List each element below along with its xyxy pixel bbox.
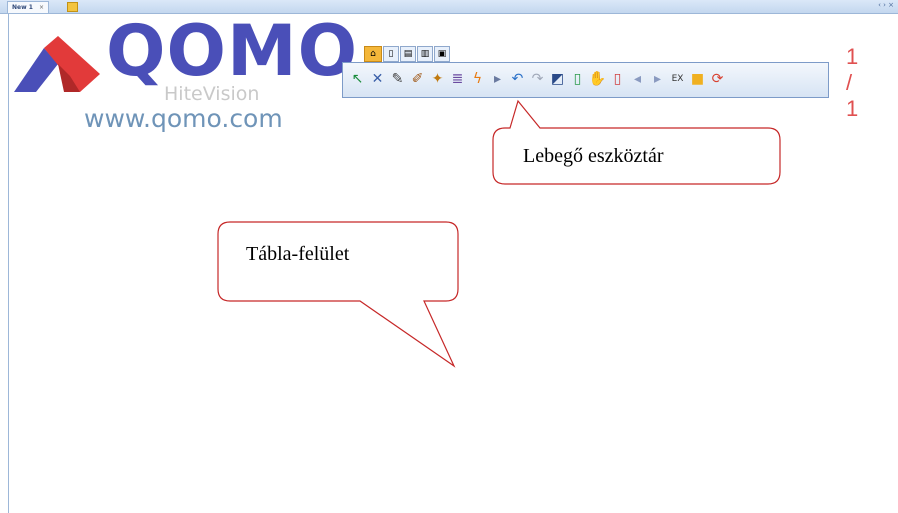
qomo-logo-mark-icon xyxy=(14,36,100,92)
toolbar-callout-text: Lebegő eszköztár xyxy=(523,145,664,167)
redo-icon[interactable]: ↷ xyxy=(529,71,546,88)
lasso-select-icon[interactable]: ✕ xyxy=(369,71,386,88)
folder-icon[interactable]: ▤ xyxy=(400,46,416,62)
toolbar-callout-bubble xyxy=(492,99,781,185)
home-icon[interactable]: ⌂ xyxy=(364,46,382,62)
media-icon[interactable]: ▣ xyxy=(434,46,450,62)
page-number: 1 / 1 xyxy=(846,44,869,121)
prev-page-icon[interactable]: ◂ xyxy=(629,71,646,88)
handwriting-icon[interactable]: ≣ xyxy=(449,71,466,88)
floating-toolbar[interactable]: ↖ ✕ ✎ ✐ ✦ ≣ ϟ ▸ ↶ ↷ ◩ ▯ ✋ ▯ ◂ ▸ EX ■ ⟳ xyxy=(342,62,829,98)
brush-icon[interactable]: ✐ xyxy=(409,71,426,88)
board-left-border xyxy=(8,14,9,513)
add-tab-icon[interactable] xyxy=(67,2,78,12)
tab-close-icon[interactable]: × xyxy=(39,4,44,11)
exit-icon[interactable]: EX xyxy=(669,71,686,88)
qomo-logo: QOMO HiteVision www.qomo.com xyxy=(14,16,357,140)
delete-page-icon[interactable]: ▯ xyxy=(609,71,626,88)
undo-icon[interactable]: ↶ xyxy=(509,71,526,88)
logo-subtitle: HiteVision xyxy=(164,83,260,105)
laser-icon[interactable]: ϟ xyxy=(469,71,486,88)
logo-brand-text: QOMO xyxy=(106,10,359,92)
toolbar-tools: ↖ ✕ ✎ ✐ ✦ ≣ ϟ ▸ ↶ ↷ ◩ ▯ ✋ ▯ ◂ ▸ EX ■ ⟳ xyxy=(349,71,729,88)
refresh-icon[interactable]: ⟳ xyxy=(709,71,726,88)
next-page-icon[interactable]: ▸ xyxy=(649,71,666,88)
logo-url: www.qomo.com xyxy=(84,104,283,133)
pen-icon[interactable]: ✎ xyxy=(389,71,406,88)
folder-icon[interactable]: ■ xyxy=(689,71,706,88)
select-arrow-icon[interactable]: ↖ xyxy=(349,71,366,88)
board-callout-text: Tábla-felület xyxy=(246,243,350,265)
page-icon[interactable]: ▯ xyxy=(383,46,399,62)
tab-new-1[interactable]: New 1 × xyxy=(7,1,50,13)
page-arrow-icon[interactable]: ▸ xyxy=(489,71,506,88)
new-page-icon[interactable]: ▯ xyxy=(569,71,586,88)
book-icon[interactable]: ▥ xyxy=(417,46,433,62)
magic-pen-icon[interactable]: ✦ xyxy=(429,71,446,88)
edit-box-icon[interactable]: ◩ xyxy=(549,71,566,88)
hand-icon[interactable]: ✋ xyxy=(589,71,606,88)
tab-scroll-controls[interactable]: ‹ › × xyxy=(878,1,894,9)
tab-label: New 1 xyxy=(12,4,33,11)
toolbar-tab-strip: ⌂ ▯ ▤ ▥ ▣ xyxy=(364,46,451,62)
